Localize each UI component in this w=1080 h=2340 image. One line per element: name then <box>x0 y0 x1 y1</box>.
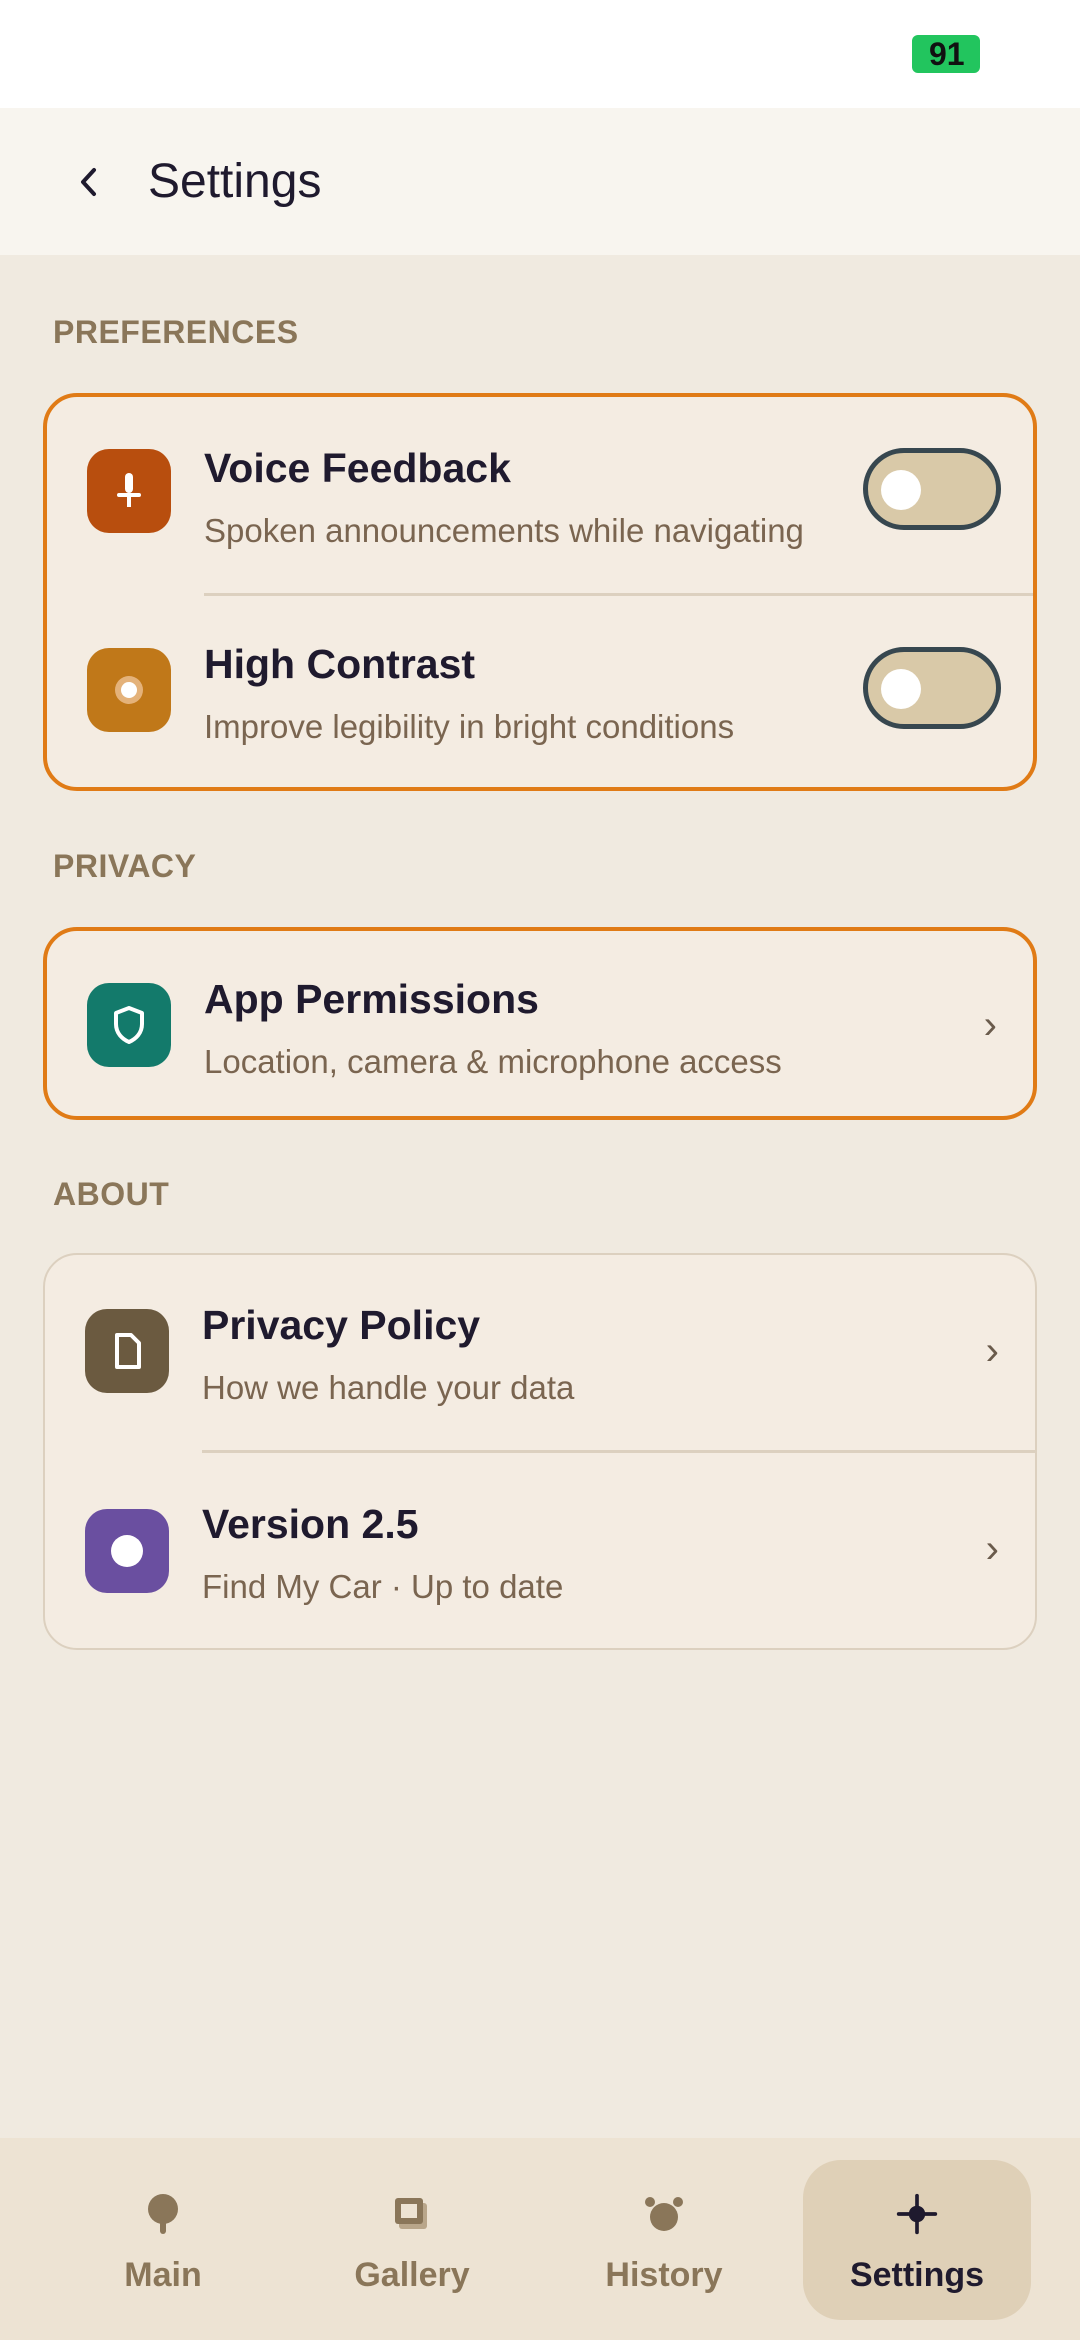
setting-title: Version 2.5 <box>202 1501 419 1547</box>
page-title: Settings <box>148 155 322 208</box>
setting-subtitle: How we handle your data <box>202 1369 575 1406</box>
nav-label: History <box>605 2256 723 2294</box>
setting-row-high-contrast[interactable]: High Contrast Improve legibility in brig… <box>47 596 1033 791</box>
setting-subtitle: Location, camera & microphone access <box>204 1043 782 1080</box>
section-label-about: ABOUT <box>53 1176 170 1212</box>
setting-title: App Permissions <box>204 976 539 1022</box>
nav-label: Gallery <box>354 2256 470 2294</box>
about-card: Privacy Policy How we handle your data ›… <box>43 1253 1037 1650</box>
section-label-privacy: PRIVACY <box>53 848 197 884</box>
nav-label: Main <box>124 2256 202 2294</box>
setting-row-version[interactable]: Version 2.5 Find My Car · Up to date › <box>45 1453 1035 1650</box>
chevron-left-icon <box>81 168 96 196</box>
microphone-icon <box>87 449 171 533</box>
high-contrast-toggle[interactable] <box>863 647 1001 729</box>
nav-item-settings[interactable]: Settings <box>803 2160 1031 2320</box>
setting-subtitle: Find My Car · Up to date <box>202 1568 564 1605</box>
setting-title: Privacy Policy <box>202 1302 481 1348</box>
toggle-knob <box>881 669 921 709</box>
nav-item-gallery[interactable]: Gallery <box>298 2160 526 2320</box>
setting-row-app-permissions[interactable]: App Permissions Location, camera & micro… <box>47 931 1033 1120</box>
info-dot-icon <box>85 1509 169 1593</box>
toggle-knob <box>881 470 921 510</box>
status-bar: 91 <box>0 0 1080 108</box>
chevron-right-icon: › <box>985 1329 999 1373</box>
chevron-right-icon: › <box>985 1527 999 1571</box>
privacy-card: App Permissions Location, camera & micro… <box>43 927 1037 1120</box>
chevron-right-icon: › <box>983 1003 997 1047</box>
nav-label: Settings <box>849 2256 985 2294</box>
settings-icon <box>895 2192 939 2236</box>
app-bar: Settings <box>0 108 1080 255</box>
setting-subtitle: Improve legibility in bright conditions <box>204 708 735 745</box>
setting-row-privacy-policy[interactable]: Privacy Policy How we handle your data › <box>45 1255 1035 1450</box>
setting-row-voice-feedback[interactable]: Voice Feedback Spoken announcements whil… <box>47 397 1033 597</box>
voice-feedback-toggle[interactable] <box>863 448 1001 530</box>
setting-title: High Contrast <box>204 641 476 687</box>
shield-icon <box>87 983 171 1067</box>
map-pin-icon <box>141 2192 185 2236</box>
battery-indicator: 91 <box>912 35 980 73</box>
nav-item-history[interactable]: History <box>550 2160 778 2320</box>
preferences-card: Voice Feedback Spoken announcements whil… <box>43 393 1037 791</box>
nav-item-main[interactable]: Main <box>49 2160 277 2320</box>
contrast-icon <box>87 648 171 732</box>
setting-subtitle: Spoken announcements while navigating <box>204 512 804 549</box>
gallery-icon <box>390 2192 434 2236</box>
document-icon <box>85 1309 169 1393</box>
bottom-navigation: Main Gallery History Settings <box>0 2138 1080 2340</box>
history-icon <box>642 2192 686 2236</box>
section-label-preferences: PREFERENCES <box>53 314 299 350</box>
back-button[interactable] <box>56 146 120 218</box>
setting-title: Voice Feedback <box>204 445 511 491</box>
